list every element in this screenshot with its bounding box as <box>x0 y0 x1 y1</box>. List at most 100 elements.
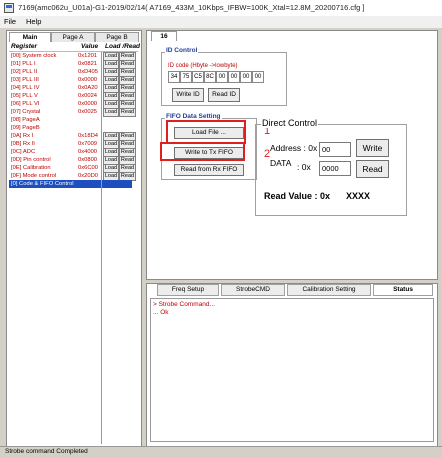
register-name: [0D] Pin control <box>11 157 51 163</box>
register-value: 0x0800 <box>78 157 98 163</box>
register-row[interactable]: [0D] Pin control 0x0800 Load Read <box>9 156 136 165</box>
register-name: [04] PLL IV <box>11 85 40 91</box>
header-load-read: Load /Read <box>105 43 141 50</box>
register-row[interactable]: [06] PLL VI 0x0000 Load Read <box>9 100 136 109</box>
id-byte-field[interactable]: 00 <box>216 71 228 83</box>
register-row[interactable]: [03] PLL III 0x0000 Load Read <box>9 76 136 85</box>
tab-status[interactable]: Status <box>373 284 433 296</box>
register-name: [0B] Rx II <box>11 141 35 147</box>
register-value: 0xD405 <box>78 69 98 75</box>
register-value: 0x0000 <box>78 77 98 83</box>
read-id-button[interactable]: Read ID <box>208 88 240 102</box>
id-control-title: ID Control <box>165 47 199 54</box>
status-bar: Strobe command Completed <box>0 446 442 458</box>
register-name: [00] System clock <box>11 53 57 59</box>
right-panel: 16 ID Control ID code (Hbyte ->lowbyte) … <box>146 30 438 280</box>
register-row[interactable]: [0E] Calibration 0x6C00 Load Read <box>9 164 136 173</box>
app-icon <box>4 3 14 13</box>
annotation-box-1 <box>166 120 246 144</box>
register-row[interactable]: [0F] Mode control 0x20D0 Load Read <box>9 172 136 181</box>
menu-help[interactable]: Help <box>26 17 41 26</box>
id-byte-field[interactable]: 75 <box>180 71 192 83</box>
left-tab-page-b[interactable]: Page B <box>95 32 139 42</box>
data-label: DATA <box>270 158 292 168</box>
log-line: ... Ok <box>153 309 169 316</box>
write-id-button[interactable]: Write ID <box>172 88 204 102</box>
register-row[interactable]: [05] PLL V 0x0024 Load Read <box>9 92 136 101</box>
address-input[interactable]: 00 <box>319 142 351 157</box>
register-value: 0x18D4 <box>78 133 98 139</box>
id-byte-field[interactable]: 34 <box>168 71 180 83</box>
id-byte-field[interactable]: 00 <box>252 71 264 83</box>
window-title: 7169(amc062u_U01a)-G1-2019/02/14( A7169_… <box>18 3 365 12</box>
id-code-cells: 34 75 C5 8C 00 00 00 00 <box>168 71 283 83</box>
register-name: [08] PageA <box>11 117 40 123</box>
register-row[interactable]: [02] PLL II 0xD405 Load Read <box>9 68 136 77</box>
read-value: XXXX <box>346 191 371 201</box>
register-name: [06] PLL VI <box>11 101 40 107</box>
header-register: Register <box>11 43 38 50</box>
register-name: [05] PLL V <box>11 93 38 99</box>
status-text: Strobe command Completed <box>5 448 88 455</box>
register-row[interactable]: [0A] Rx I 0x18D4 Load Read <box>9 132 136 141</box>
register-name: [01] PLL I <box>11 61 36 67</box>
menu-file[interactable]: File <box>4 17 16 26</box>
left-panel: Main Page A Page B Register Value Load /Re… <box>6 30 142 447</box>
id-byte-field[interactable]: 00 <box>228 71 240 83</box>
direct-control-group: Direct Control Address : 0x 00 DATA : 0x… <box>255 118 407 216</box>
register-row[interactable]: [0B] Rx II 0x7009 Load Read <box>9 140 136 149</box>
register-value: 0x0024 <box>78 93 98 99</box>
id-byte-field[interactable]: 8C <box>204 71 216 83</box>
header-value: Value <box>81 43 99 50</box>
tab-strobecmd[interactable]: StrobeCMD <box>221 284 285 296</box>
title-bar: 7169(amc062u_U01a)-G1-2019/02/14( A7169_… <box>0 0 442 17</box>
register-name: [02] PLL II <box>11 69 38 75</box>
id-byte-field[interactable]: 00 <box>240 71 252 83</box>
id-control-group: ID Control ID code (Hbyte ->lowbyte) 34 7… <box>161 47 287 106</box>
direct-write-button[interactable]: Write <box>356 139 389 157</box>
id-code-label: ID code (Hbyte ->lowbyte) <box>168 63 238 69</box>
register-row[interactable]: [0C] ADC 0x4000 Load Read <box>9 148 136 157</box>
register-name: [0C] ADC <box>11 149 36 155</box>
register-name: [0E] Calibration <box>11 165 51 171</box>
left-tab-strip: Main Page A Page B <box>9 32 139 42</box>
register-row[interactable]: [01] PLL I 0x0821 Load Read <box>9 60 136 69</box>
log-panel: Freq Setup StrobeCMD Calibration Setting St… <box>146 283 438 447</box>
menu-bar: File Help <box>0 16 442 28</box>
column-divider <box>101 52 102 444</box>
register-value: 0x20D0 <box>78 173 98 179</box>
register-row[interactable]: [09] PageB <box>9 124 132 132</box>
read-rx-fifo-button[interactable]: Read from Rx FIFO <box>174 164 244 176</box>
log-line: > Strobe Command... <box>153 301 215 308</box>
left-tab-main[interactable]: Main <box>9 32 51 42</box>
log-text: > Strobe Command... ... Ok <box>153 301 215 317</box>
tab-calibration-setting[interactable]: Calibration Setting <box>287 284 371 296</box>
register-name: [0] Code & FIFO Control <box>11 181 74 187</box>
register-row[interactable]: [0] Code & FIFO Control <box>9 180 132 188</box>
register-value: 0x4000 <box>78 149 98 155</box>
tab-16[interactable]: 16 <box>151 31 177 41</box>
left-tab-page-a[interactable]: Page A <box>51 32 95 42</box>
register-value: 0x6C00 <box>78 165 98 171</box>
fifo-title: FIFO Data Setting <box>165 113 222 120</box>
tab-freq-setup[interactable]: Freq Setup <box>157 284 219 296</box>
register-value: 0x1201 <box>78 53 98 59</box>
annotation-box-2 <box>160 142 245 161</box>
register-name: [07] Crystal <box>11 109 41 115</box>
register-value: 0x0025 <box>78 109 98 115</box>
direct-read-button[interactable]: Read <box>356 160 389 178</box>
register-row[interactable]: [00] System clock 0x1201 Load Read <box>9 52 136 61</box>
register-value: 0x0A20 <box>78 85 98 91</box>
register-value: 0x0000 <box>78 101 98 107</box>
register-name: [03] PLL III <box>11 77 39 83</box>
data-input[interactable]: 0000 <box>319 161 351 176</box>
register-value: 0x0821 <box>78 61 98 67</box>
register-value: 0x7009 <box>78 141 98 147</box>
register-row[interactable]: [04] PLL IV 0x0A20 Load Read <box>9 84 136 93</box>
read-value-label: Read Value : 0x <box>264 191 331 201</box>
id-byte-field[interactable]: C5 <box>192 71 204 83</box>
register-row[interactable]: [07] Crystal 0x0025 Load Read <box>9 108 136 117</box>
direct-control-title: Direct Control <box>261 118 319 128</box>
register-header: Register Value Load /Read <box>9 42 141 52</box>
register-row[interactable]: [08] PageA <box>9 116 132 124</box>
